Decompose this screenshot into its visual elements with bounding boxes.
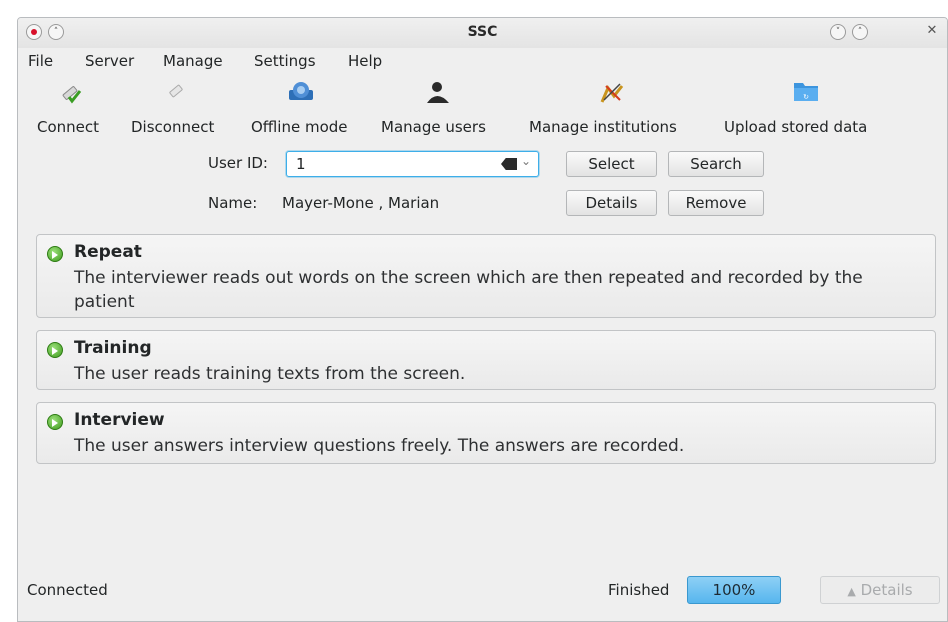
task-description: The user answers interview questions fre… [74, 436, 685, 456]
task-title: Repeat [74, 242, 142, 262]
institution-icon [600, 83, 624, 103]
menu-help[interactable]: Help [348, 52, 382, 70]
task-card-training[interactable]: Training The user reads training texts f… [36, 330, 936, 390]
name-label: Name: [208, 194, 258, 212]
window-title: SSC [467, 24, 498, 40]
connect-label: Connect [37, 118, 100, 136]
clear-text-icon[interactable] [501, 158, 517, 170]
arrow-right-circle-icon [47, 414, 63, 430]
arrow-right-circle-icon [47, 246, 63, 262]
chevron-down-icon[interactable]: ⌄ [521, 154, 531, 168]
job-status: Finished [608, 581, 670, 599]
minimize-icon[interactable]: ˅ [830, 24, 846, 40]
menu-server[interactable]: Server [85, 52, 134, 70]
svg-text:↻: ↻ [803, 93, 809, 101]
connect-icon [62, 86, 82, 104]
disconnect-label: Disconnect [131, 118, 215, 136]
triangle-up-icon: ▲ [847, 585, 856, 598]
manage-institutions-label: Manage institutions [529, 118, 677, 136]
search-button[interactable]: Search [668, 151, 764, 177]
select-button[interactable]: Select [566, 151, 657, 177]
offline-mode-label: Offline mode [251, 118, 348, 136]
arrow-right-circle-icon [47, 342, 63, 358]
task-card-repeat[interactable]: Repeat The interviewer reads out words o… [36, 234, 936, 318]
remove-button[interactable]: Remove [668, 190, 764, 216]
close-icon[interactable]: ✕ [924, 24, 940, 40]
manage-users-label: Manage users [381, 118, 486, 136]
user-id-combobox[interactable]: 1 ⌄ [286, 151, 539, 177]
status-details-label: Details [860, 581, 913, 599]
user-icon [427, 82, 449, 103]
task-title: Interview [74, 410, 165, 430]
disconnect-icon [169, 84, 183, 98]
task-card-interview[interactable]: Interview The user answers interview que… [36, 402, 936, 464]
offline-mode-icon [289, 82, 313, 100]
user-id-field[interactable]: 1 [296, 155, 306, 173]
status-details-button[interactable]: ▲ Details [820, 576, 940, 604]
task-description: The interviewer reads out words on the s… [74, 268, 863, 312]
name-value: Mayer-Mone , Marian [282, 194, 440, 212]
task-description: The user reads training texts from the s… [74, 364, 466, 384]
upload-stored-data-label: Upload stored data [724, 118, 868, 136]
title-bar: ˄ SSC ˅ ˄ ✕ [18, 18, 947, 48]
main-window: ˄ SSC ˅ ˄ ✕ File Server Manage Settings … [17, 17, 948, 622]
connection-status: Connected [27, 581, 108, 599]
maximize-icon[interactable]: ˄ [852, 24, 868, 40]
menu-file[interactable]: File [28, 52, 53, 70]
user-id-label: User ID: [208, 154, 268, 172]
menu-settings[interactable]: Settings [254, 52, 316, 70]
details-button[interactable]: Details [566, 190, 657, 216]
progress-bar: 100% [687, 576, 781, 604]
folder-upload-icon: ↻ [794, 83, 818, 101]
menu-manage[interactable]: Manage [163, 52, 223, 70]
task-title: Training [74, 338, 152, 358]
